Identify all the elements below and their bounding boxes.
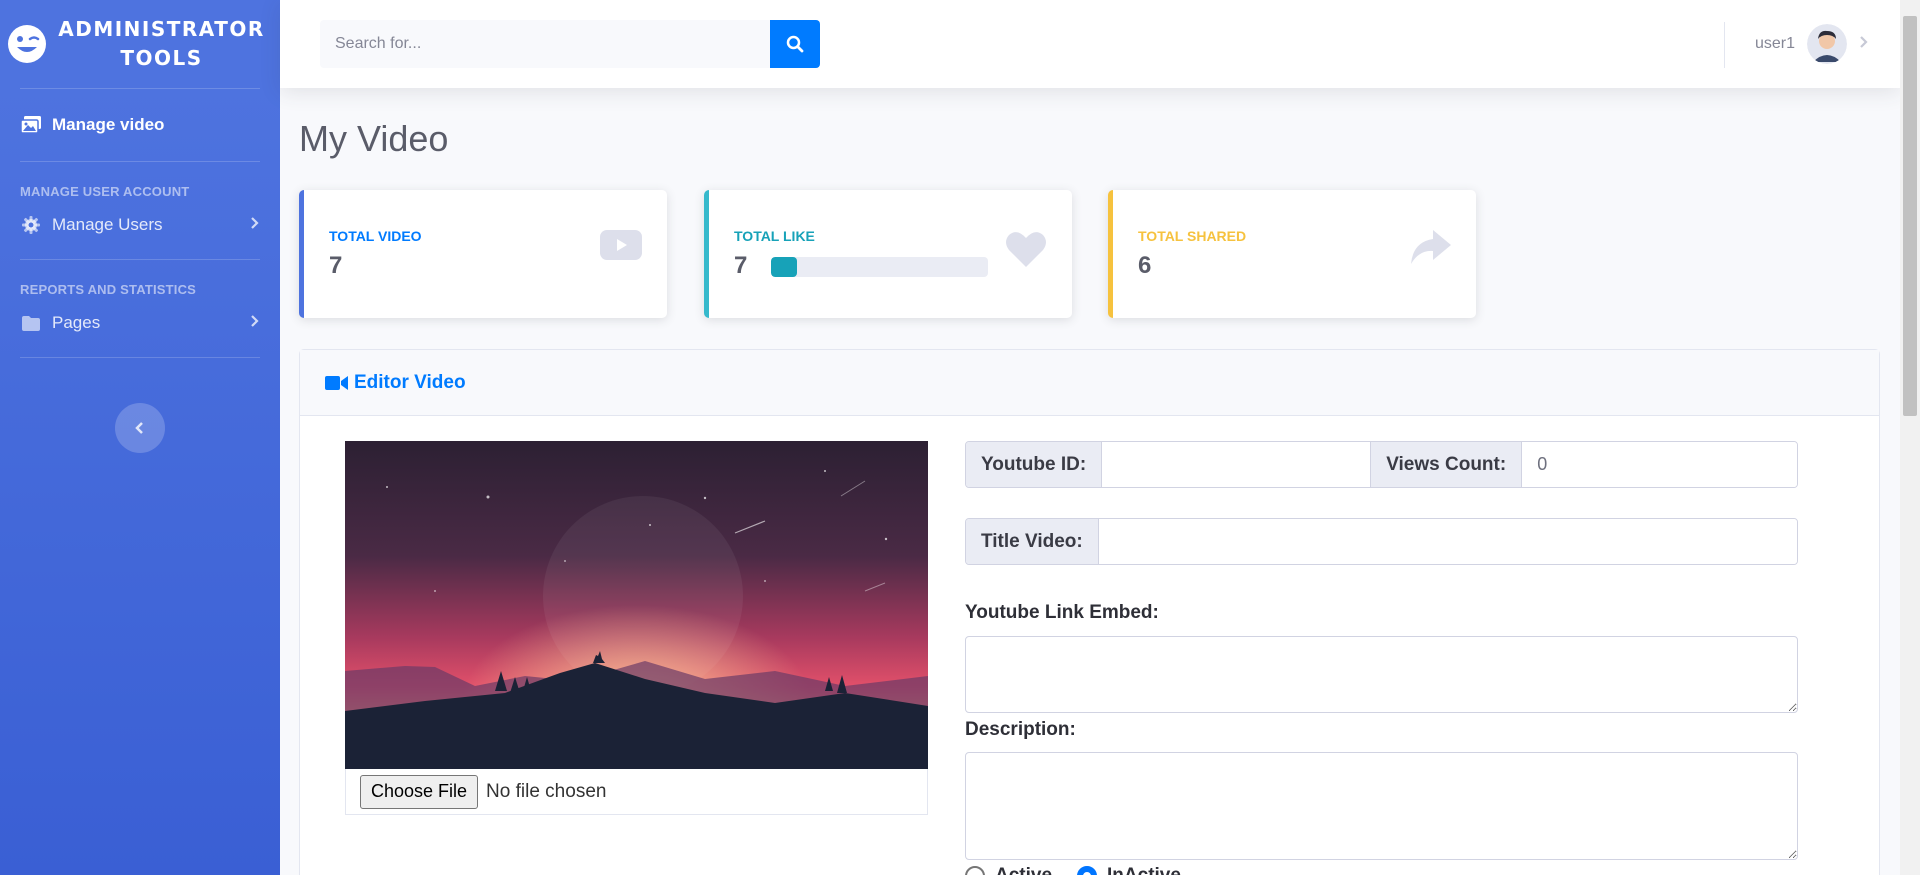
- stat-label: TOTAL VIDEO: [329, 228, 422, 244]
- wink-smiley-icon: [8, 25, 46, 63]
- video-camera-icon: [325, 375, 348, 390]
- brand-title: ADMINISTRATOR TOOLS: [49, 15, 280, 73]
- scrollbar-thumb[interactable]: [1903, 16, 1917, 416]
- views-count-label: Views Count:: [1370, 442, 1523, 487]
- chevron-right-icon: [250, 215, 260, 235]
- user-menu[interactable]: user1: [1755, 24, 1869, 64]
- sidebar-item-pages[interactable]: Pages: [0, 297, 280, 349]
- chevron-right-icon: [1859, 35, 1869, 54]
- active-radio-label: Active: [995, 865, 1052, 875]
- sidebar-item-label: Pages: [52, 313, 101, 332]
- chevron-left-icon: [135, 422, 143, 434]
- page-title: My Video: [299, 118, 449, 159]
- file-upload: Choose File No file chosen: [345, 769, 928, 815]
- choose-file-button[interactable]: Choose File: [360, 774, 479, 809]
- panel-header: Editor Video: [300, 350, 1879, 416]
- description-textarea[interactable]: [965, 752, 1798, 860]
- active-radio[interactable]: [965, 866, 985, 875]
- page-scrollbar[interactable]: [1900, 0, 1920, 875]
- user-name: user1: [1755, 35, 1796, 52]
- embed-textarea[interactable]: [965, 636, 1798, 713]
- images-icon: [20, 114, 42, 136]
- youtube-id-views-group: Youtube ID: Views Count:: [965, 441, 1798, 488]
- stat-card-total-video: TOTAL VIDEO 7: [299, 190, 667, 318]
- topbar-divider: [1724, 22, 1725, 68]
- stat-value: 7: [734, 252, 748, 279]
- search-icon: [786, 35, 804, 53]
- editor-panel: Editor Video Choose File No file chosen …: [299, 349, 1880, 875]
- sidebar-brand[interactable]: ADMINISTRATOR TOOLS: [0, 0, 280, 88]
- sidebar: ADMINISTRATOR TOOLS Manage video MANAGE …: [0, 0, 280, 875]
- search-button[interactable]: [770, 20, 820, 68]
- sidebar-heading: MANAGE USER ACCOUNT: [20, 184, 190, 199]
- brand-line-2: TOOLS: [120, 46, 203, 70]
- stat-value: 6: [1138, 252, 1152, 279]
- sidebar-item-manage-video[interactable]: Manage video: [0, 89, 280, 161]
- like-progress-bar: [771, 257, 988, 277]
- panel-title: Editor Video: [354, 371, 466, 393]
- inactive-radio[interactable]: [1077, 866, 1098, 875]
- description-label: Description:: [965, 719, 1076, 740]
- gear-icon: [20, 214, 42, 236]
- title-video-input[interactable]: [1098, 519, 1797, 564]
- brand-line-1: ADMINISTRATOR: [58, 17, 265, 41]
- heart-icon: [1006, 232, 1046, 267]
- stat-card-total-shared: TOTAL SHARED 6: [1108, 190, 1476, 318]
- topbar: user1: [280, 0, 1900, 88]
- avatar: [1807, 24, 1848, 64]
- stat-label: TOTAL LIKE: [734, 228, 815, 244]
- stat-card-total-like: TOTAL LIKE 7: [704, 190, 1072, 318]
- search-form: [320, 20, 820, 68]
- youtube-play-icon: [600, 230, 642, 260]
- stat-label: TOTAL SHARED: [1138, 228, 1247, 244]
- title-video-label: Title Video:: [966, 519, 1099, 564]
- sidebar-toggle-button[interactable]: [115, 403, 165, 453]
- chevron-right-icon: [250, 313, 260, 333]
- sidebar-divider: [20, 357, 260, 358]
- video-preview-image: [345, 441, 928, 769]
- sidebar-item-label: Manage video: [52, 115, 165, 134]
- sidebar-item-manage-users[interactable]: Manage Users: [0, 199, 280, 251]
- title-video-group: Title Video:: [965, 518, 1798, 565]
- sidebar-heading: REPORTS AND STATISTICS: [20, 282, 197, 297]
- youtube-id-label: Youtube ID:: [966, 442, 1103, 487]
- embed-label: Youtube Link Embed:: [965, 602, 1159, 623]
- inactive-radio-label: InActive: [1107, 865, 1181, 875]
- sidebar-item-label: Manage Users: [52, 215, 163, 234]
- stat-value: 7: [329, 252, 343, 279]
- progress-fill: [771, 257, 798, 277]
- search-input[interactable]: [320, 20, 770, 68]
- status-radio-group: Active InActive: [965, 865, 1181, 875]
- views-count-input[interactable]: [1522, 442, 1797, 487]
- file-status: No file chosen: [486, 780, 607, 802]
- youtube-id-input[interactable]: [1102, 442, 1371, 487]
- share-icon: [1411, 230, 1451, 264]
- folder-icon: [20, 312, 42, 334]
